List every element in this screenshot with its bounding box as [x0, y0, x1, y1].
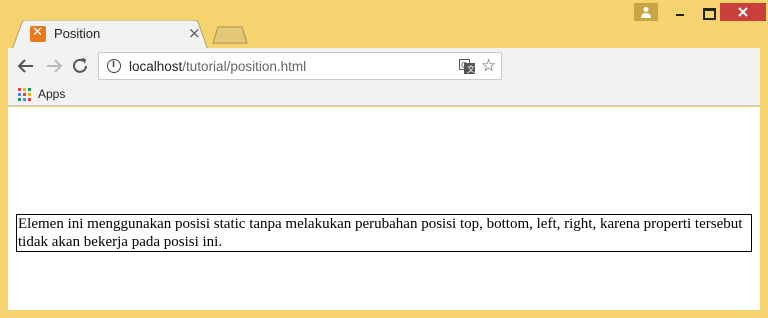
url-host: localhost — [129, 59, 183, 74]
xampp-favicon-icon — [30, 25, 46, 42]
svg-text:文: 文 — [467, 64, 475, 74]
person-icon — [641, 7, 651, 18]
translate-icon[interactable]: G 文 — [459, 59, 475, 74]
url-path: /tutorial/position.html — [182, 59, 307, 74]
address-bar[interactable]: localhost/tutorial/position.html G 文 ☆ — [98, 52, 502, 80]
bookmark-star-icon[interactable]: ☆ — [481, 56, 496, 76]
reload-icon[interactable] — [70, 56, 90, 76]
apps-grid-icon[interactable] — [18, 88, 32, 102]
close-icon — [738, 7, 748, 17]
close-window-button[interactable] — [720, 3, 766, 21]
tab-title: Position — [54, 26, 101, 41]
forward-arrow-icon[interactable] — [44, 56, 64, 76]
minimize-button[interactable] — [666, 3, 694, 21]
static-position-box: Elemen ini menggunakan posisi static tan… — [16, 214, 752, 252]
browser-window: Position × localhost/tutorial/position.h… — [0, 0, 768, 318]
new-tab-button[interactable] — [212, 26, 248, 44]
tab-close-icon[interactable]: × — [188, 24, 201, 42]
url-text[interactable]: localhost/tutorial/position.html — [129, 59, 306, 74]
maximize-button[interactable] — [694, 3, 722, 21]
profile-button[interactable] — [634, 3, 658, 21]
bookmark-apps[interactable]: Apps — [38, 87, 65, 101]
back-arrow-icon[interactable] — [16, 56, 36, 76]
toolbar: localhost/tutorial/position.html G 文 ☆ — [8, 48, 760, 84]
info-icon[interactable] — [107, 58, 121, 73]
tab-position[interactable]: Position × — [12, 20, 208, 50]
page-viewport: Elemen ini menggunakan posisi static tan… — [8, 107, 760, 310]
bookmarks-bar: Apps — [8, 84, 760, 106]
